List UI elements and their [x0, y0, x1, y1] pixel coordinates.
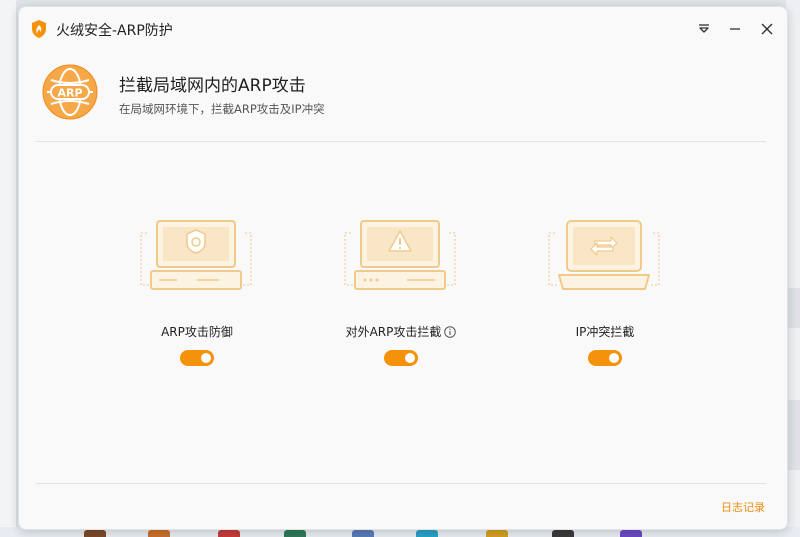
shield-computer-icon — [127, 217, 267, 299]
page-title: 拦截局域网内的ARP攻击 — [119, 76, 306, 96]
arp-globe-icon: ARP — [42, 64, 98, 120]
taskbar-app-icon[interactable] — [218, 530, 240, 537]
swap-laptop-icon — [535, 217, 675, 299]
taskbar-app-icon[interactable] — [284, 530, 306, 537]
desktop-background-left — [0, 0, 16, 537]
svg-text:ARP: ARP — [57, 87, 82, 100]
toggle-knob — [201, 353, 211, 363]
desktop-background-right — [786, 0, 800, 537]
feature-label: ARP攻击防御 — [161, 325, 233, 339]
window-title: 火绒安全-ARP防护 — [56, 23, 173, 39]
page-subtitle: 在局域网环境下，拦截ARP攻击及IP冲突 — [119, 102, 325, 116]
outbound-arp-block-toggle[interactable] — [384, 350, 418, 366]
huorong-flame-icon — [30, 19, 48, 39]
taskbar-app-icon[interactable] — [84, 530, 106, 537]
taskbar-app-icon[interactable] — [416, 530, 438, 537]
footer-divider — [36, 483, 766, 484]
feature-label: 对外ARP攻击拦截 — [331, 323, 471, 341]
log-records-link[interactable]: 日志记录 — [721, 499, 765, 515]
feature-label-text: 对外ARP攻击拦截 — [345, 325, 442, 339]
title-bar[interactable]: 火绒安全-ARP防护 — [19, 7, 787, 51]
feature-label: IP冲突拦截 — [575, 325, 635, 339]
minimize-icon[interactable] — [725, 19, 745, 39]
close-icon[interactable] — [757, 19, 777, 39]
dropdown-menu-icon[interactable] — [694, 19, 714, 39]
taskbar-app-icon[interactable] — [486, 530, 508, 537]
arp-protection-window: 火绒安全-ARP防护 ARP 拦截局域网内的ARP攻击 在局域网环境下，拦截AR… — [18, 6, 788, 530]
taskbar-app-icon[interactable] — [352, 530, 374, 537]
ip-conflict-block-toggle[interactable] — [588, 350, 622, 366]
warning-computer-icon — [331, 217, 471, 299]
arp-defense-toggle[interactable] — [180, 350, 214, 366]
toggle-knob — [405, 353, 415, 363]
header-divider — [36, 141, 766, 142]
toggle-knob — [609, 353, 619, 363]
taskbar-app-icon[interactable] — [620, 530, 642, 537]
taskbar-app-icon[interactable] — [552, 530, 574, 537]
taskbar-app-icon[interactable] — [148, 530, 170, 537]
info-icon[interactable] — [444, 326, 457, 341]
